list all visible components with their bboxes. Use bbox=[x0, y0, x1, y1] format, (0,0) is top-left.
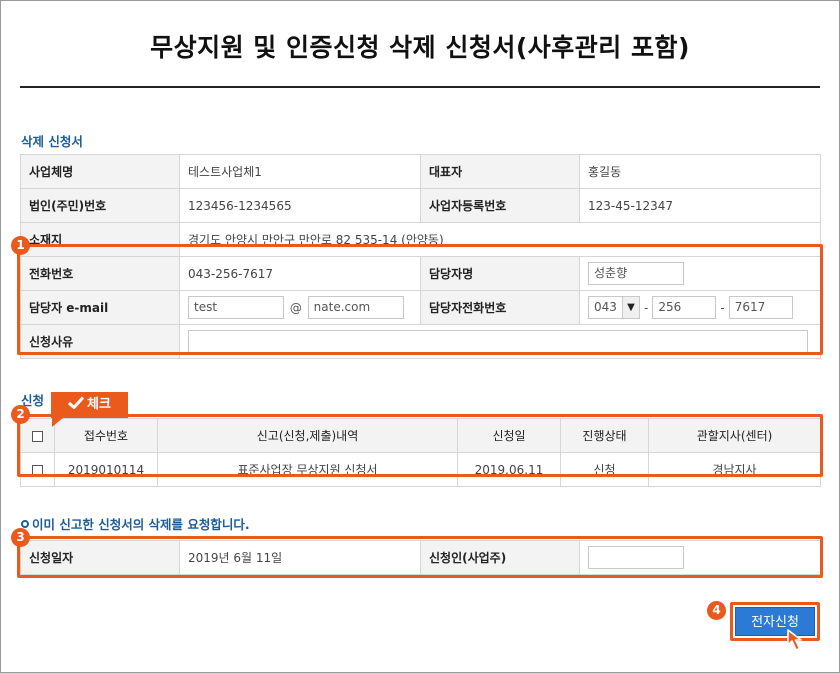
notice-text: 이미 신고한 신청서의 삭제를 요청합니다. bbox=[32, 517, 250, 532]
phone-value: 043-256-7617 bbox=[179, 256, 421, 291]
pointer-cursor-icon bbox=[787, 629, 802, 651]
table-row: 2019010114 표준사업장 무상지원 신청서 2019.06.11 신청 … bbox=[20, 452, 821, 487]
table-cell: 경남지사 bbox=[648, 452, 821, 487]
request-date-value: 2019년 6월 11일 bbox=[179, 540, 421, 575]
address-label: 소재지 bbox=[20, 222, 180, 257]
phone-separator: - bbox=[720, 300, 725, 315]
email-cell: test @ nate.com bbox=[179, 290, 421, 325]
page-title: 무상지원 및 인증신청 삭제 신청서(사후관리 포함) bbox=[150, 33, 690, 62]
check-tag-label: 체크 bbox=[87, 397, 111, 412]
corp-no-label: 법인(주민)번호 bbox=[20, 188, 180, 223]
table-cell: 신청 bbox=[560, 452, 649, 487]
table-row: 전화번호 043-256-7617 담당자명 성춘향 bbox=[20, 256, 821, 291]
title-divider bbox=[20, 86, 820, 88]
biz-no-label: 사업자등록번호 bbox=[420, 188, 580, 223]
reason-input[interactable] bbox=[188, 330, 808, 353]
email-at-sign: @ bbox=[289, 300, 302, 315]
check-tag: 체크 bbox=[51, 392, 128, 418]
check-tag-pointer bbox=[52, 417, 64, 427]
table-header-row: 접수번호 신고(신청,제출)내역 신청일 진행상태 관할지사(센터) bbox=[20, 418, 821, 453]
row-checkbox[interactable] bbox=[32, 464, 43, 476]
table-cell: 2019010114 bbox=[54, 452, 158, 487]
table-cell: 표준사업장 무상지원 신청서 bbox=[157, 452, 458, 487]
email-domain-input[interactable]: nate.com bbox=[307, 296, 404, 319]
email-label: 담당자 e-mail bbox=[20, 290, 180, 325]
table-row: 법인(주민)번호 123456-1234565 사업자등록번호 123-45-1… bbox=[20, 188, 821, 223]
email-id-input[interactable]: test bbox=[188, 296, 284, 319]
delete-request-notice: 이미 신고한 신청서의 삭제를 요청합니다. bbox=[21, 514, 250, 533]
applicant-cell bbox=[579, 540, 821, 575]
reason-label: 신청사유 bbox=[20, 324, 180, 359]
request-date-label: 신청일자 bbox=[20, 540, 180, 575]
bullet-icon bbox=[21, 520, 29, 528]
manager-cell: 성춘향 bbox=[579, 256, 821, 291]
phone-separator: - bbox=[644, 300, 649, 315]
company-label: 사업체명 bbox=[20, 154, 180, 189]
corp-no-value: 123456-1234565 bbox=[179, 188, 421, 223]
table-row: 신청사유 bbox=[20, 324, 821, 359]
address-value: 경기도 안양시 만안구 만안로 82 535-14 (안양동) bbox=[179, 222, 821, 257]
column-header: 접수번호 bbox=[54, 418, 158, 453]
reason-cell bbox=[179, 324, 821, 359]
phone-area-value: 043 bbox=[594, 300, 617, 314]
column-header: 관할지사(센터) bbox=[648, 418, 821, 453]
column-header: 신고(신청,제출)내역 bbox=[157, 418, 458, 453]
table-row: 신청일자 2019년 6월 11일 신청인(사업주) bbox=[20, 540, 821, 575]
ceo-label: 대표자 bbox=[420, 154, 580, 189]
column-header: 진행상태 bbox=[560, 418, 649, 453]
table-row: 사업체명 테스트사업체1 대표자 홍길동 bbox=[20, 154, 821, 189]
applicant-info-table: 사업체명 테스트사업체1 대표자 홍길동 법인(주민)번호 123456-123… bbox=[20, 154, 821, 359]
table-row: 담당자 e-mail test @ nate.com 담당자전화번호 043 ▼ -… bbox=[20, 290, 821, 325]
checkmark-icon bbox=[68, 396, 85, 409]
marker-1: 1 bbox=[11, 236, 30, 255]
applicant-label: 신청인(사업주) bbox=[420, 540, 580, 575]
company-value: 테스트사업체1 bbox=[179, 154, 421, 189]
phone-area-select[interactable]: 043 ▼ bbox=[588, 296, 640, 319]
chevron-down-icon[interactable]: ▼ bbox=[622, 297, 639, 318]
ceo-value: 홍길동 bbox=[579, 154, 821, 189]
marker-2: 2 bbox=[11, 405, 30, 424]
biz-no-value: 123-45-12347 bbox=[579, 188, 821, 223]
manager-name-input[interactable]: 성춘향 bbox=[588, 262, 684, 285]
column-header: 신청일 bbox=[457, 418, 561, 453]
manager-phone-label: 담당자전화번호 bbox=[420, 290, 580, 325]
phone-label: 전화번호 bbox=[20, 256, 180, 291]
application-list-table: 접수번호 신고(신청,제출)내역 신청일 진행상태 관할지사(센터) 20190… bbox=[20, 418, 821, 487]
section-title-delete-form: 삭제 신청서 bbox=[21, 134, 83, 149]
table-row: 소재지 경기도 안양시 만안구 만안로 82 535-14 (안양동) bbox=[20, 222, 821, 257]
manager-phone-cell: 043 ▼ -256-7617 bbox=[579, 290, 821, 325]
request-date-table: 신청일자 2019년 6월 11일 신청인(사업주) bbox=[20, 540, 821, 575]
marker-3: 3 bbox=[11, 528, 30, 547]
select-all-cell bbox=[20, 418, 55, 453]
select-all-checkbox[interactable] bbox=[32, 430, 43, 442]
marker-4: 4 bbox=[707, 601, 726, 620]
phone-last-input[interactable]: 7617 bbox=[728, 296, 793, 319]
manager-label: 담당자명 bbox=[420, 256, 580, 291]
phone-middle-input[interactable]: 256 bbox=[652, 296, 717, 319]
applicant-input[interactable] bbox=[588, 546, 684, 569]
table-cell: 2019.06.11 bbox=[457, 452, 561, 487]
row-select-cell bbox=[20, 452, 55, 487]
